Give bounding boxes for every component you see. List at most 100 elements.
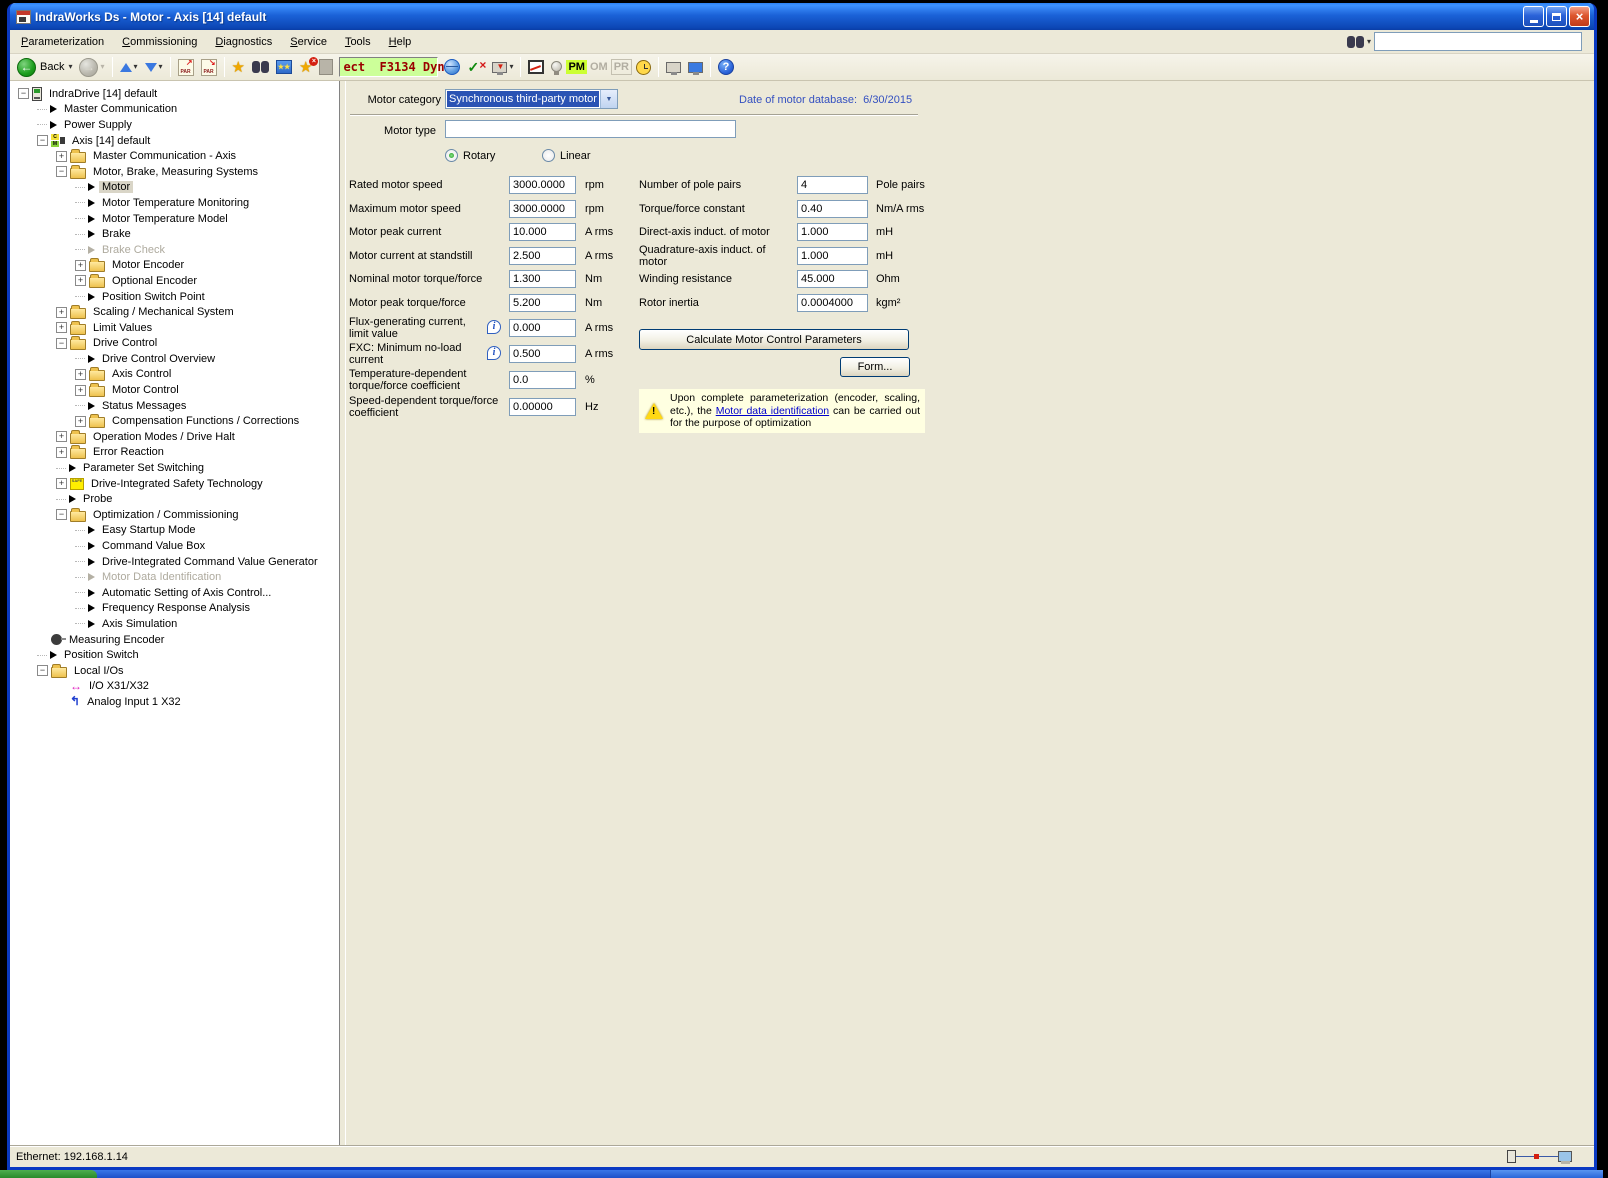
search-binoculars-icon[interactable] (1347, 36, 1364, 48)
menu-commissioning[interactable]: Commissioning (113, 33, 206, 51)
diagnosis-lamp-button[interactable] (548, 62, 565, 73)
param-value-input[interactable] (797, 176, 868, 194)
parameter-download-button[interactable]: PAR↘ (198, 58, 220, 77)
expand-icon[interactable]: + (75, 369, 86, 380)
restore-button[interactable] (1546, 6, 1567, 27)
diagnostic-message-box[interactable]: ect F3134 Dyn (339, 57, 438, 77)
tree-item-label[interactable]: Command Value Box (99, 540, 208, 552)
start-button[interactable] (0, 1170, 97, 1178)
tree-item-motor[interactable]: Motor (10, 180, 339, 196)
favorites-button[interactable]: ★ (229, 59, 248, 76)
tree-item-status-messages[interactable]: Status Messages (10, 398, 339, 414)
tree-item-label[interactable]: Motor Data Identification (99, 571, 224, 583)
tree-item-label[interactable]: Axis Control (109, 368, 174, 380)
parameter-list-button[interactable]: ★★ (273, 59, 295, 75)
tree-item-label[interactable]: Motor Temperature Monitoring (99, 197, 252, 209)
tree-item-label[interactable]: Power Supply (61, 119, 135, 131)
tree-item-motor-brake-measuring-systems[interactable]: −Motor, Brake, Measuring Systems (10, 164, 339, 180)
menu-parameterization[interactable]: Parameterization (12, 33, 113, 51)
browser-button[interactable] (441, 58, 463, 76)
tree-item-drive-integrated-safety-technology[interactable]: +SAFEDrive-Integrated Safety Technology (10, 476, 339, 492)
tree-item-position-switch-point[interactable]: Position Switch Point (10, 289, 339, 305)
tree-item-label[interactable]: Frequency Response Analysis (99, 602, 253, 614)
help-button[interactable]: ? (715, 58, 737, 76)
tree-item-local-i-os[interactable]: − Local I/Os (10, 663, 339, 679)
info-icon[interactable]: i (487, 346, 501, 360)
expand-icon[interactable]: + (75, 275, 86, 286)
tree-item-measuring-encoder[interactable]: Measuring Encoder (10, 632, 339, 648)
tree-item-label[interactable]: IndraDrive [14] default (46, 88, 160, 100)
tree-item-label[interactable]: Drive-Integrated Safety Technology (88, 478, 266, 490)
param-value-input[interactable] (509, 319, 576, 337)
tree-item-label[interactable]: Motor Control (109, 384, 182, 396)
expand-icon[interactable]: + (56, 322, 67, 333)
tree-item-drive-integrated-command-value-generator[interactable]: Drive-Integrated Command Value Generator (10, 554, 339, 570)
info-icon[interactable]: i (487, 320, 501, 334)
tree-item-brake[interactable]: Brake (10, 226, 339, 242)
param-value-input[interactable] (797, 247, 868, 265)
tree-item-drive-control-overview[interactable]: Drive Control Overview (10, 351, 339, 367)
linear-radio[interactable]: Linear (542, 149, 591, 162)
tree-item-automatic-setting-of-axis-control[interactable]: Automatic Setting of Axis Control... (10, 585, 339, 601)
tree-item-label[interactable]: Scaling / Mechanical System (90, 306, 237, 318)
param-value-input[interactable] (797, 270, 868, 288)
expand-icon[interactable]: + (56, 307, 67, 318)
expand-icon[interactable]: + (75, 385, 86, 396)
tree-item-label[interactable]: Master Communication (61, 103, 180, 115)
tree-item-label[interactable]: Drive Control (90, 337, 160, 349)
tree-item-label[interactable]: Error Reaction (90, 446, 167, 458)
expand-icon[interactable]: + (56, 447, 67, 458)
collapse-icon[interactable]: − (37, 665, 48, 676)
param-value-input[interactable] (509, 371, 576, 389)
menu-service[interactable]: Service (281, 33, 336, 51)
expand-icon[interactable]: + (56, 478, 67, 489)
expand-icon[interactable]: + (75, 416, 86, 427)
search-input[interactable] (1374, 32, 1582, 51)
tree-item-label[interactable]: Status Messages (99, 400, 189, 412)
navigate-down-button[interactable]: ▾ (142, 62, 166, 73)
back-dropdown-caret-icon[interactable]: ▾ (68, 63, 72, 71)
param-value-input[interactable] (509, 345, 576, 363)
oscilloscope-button[interactable] (525, 59, 547, 75)
tree-item-parameter-set-switching[interactable]: Parameter Set Switching (10, 460, 339, 476)
pm-mode-badge[interactable]: PM (566, 60, 587, 74)
tree-item-label[interactable]: I/O X31/X32 (86, 680, 152, 692)
tree-item-position-switch[interactable]: Position Switch (10, 647, 339, 663)
expand-icon[interactable]: + (56, 151, 67, 162)
tree-item-command-value-box[interactable]: Command Value Box (10, 538, 339, 554)
tree-item-label[interactable]: Motor Temperature Model (99, 213, 231, 225)
tree-item-motor-temperature-model[interactable]: Motor Temperature Model (10, 211, 339, 227)
tree-item-label[interactable]: Axis Simulation (99, 618, 180, 630)
tree-item-master-communication-axis[interactable]: +Master Communication - Axis (10, 148, 339, 164)
combo-dropdown-icon[interactable]: ▼ (600, 90, 617, 108)
tree-item-power-supply[interactable]: Power Supply (10, 117, 339, 133)
tree-item-motor-encoder[interactable]: + Motor Encoder (10, 258, 339, 274)
expand-icon[interactable]: + (75, 260, 86, 271)
tree-item-compensation-functions-corrections[interactable]: + Compensation Functions / Corrections (10, 413, 339, 429)
collapse-icon[interactable]: − (56, 509, 67, 520)
tree-item-label[interactable]: Drive-Integrated Command Value Generator (99, 556, 321, 568)
navigate-up-button[interactable]: ▾ (117, 62, 141, 73)
taskbar[interactable] (0, 1170, 1603, 1178)
tree-item-label[interactable]: Limit Values (90, 322, 155, 334)
form-button[interactable]: Form... (840, 357, 910, 377)
tree-item-label[interactable]: Local I/Os (71, 665, 127, 677)
tree-item-motor-control[interactable]: + Motor Control (10, 382, 339, 398)
param-value-input[interactable] (797, 223, 868, 241)
menu-help[interactable]: Help (380, 33, 421, 51)
tree-item-label[interactable]: Optimization / Commissioning (90, 509, 242, 521)
tree-item-label[interactable]: Axis [14] default (69, 135, 153, 147)
back-button[interactable]: ← Back ▾ (14, 57, 75, 78)
download-to-drive-button[interactable]: ▾ (489, 61, 516, 74)
clear-error-button[interactable]: ✓× (464, 58, 488, 76)
collapse-icon[interactable]: − (18, 88, 29, 99)
tree-item-label[interactable]: Easy Startup Mode (99, 524, 199, 536)
tree-item-drive-control[interactable]: −Drive Control (10, 336, 339, 352)
tree-item-label[interactable]: Motor Encoder (109, 259, 187, 271)
motor-type-input[interactable] (445, 120, 736, 138)
tree-item-label[interactable]: Compensation Functions / Corrections (109, 415, 302, 427)
switch-device-button[interactable] (663, 61, 684, 74)
tree-item-axis-14-default[interactable]: −Axis [14] default (10, 133, 339, 149)
tree-item-axis-control[interactable]: + Axis Control (10, 367, 339, 383)
menu-diagnostics[interactable]: Diagnostics (206, 33, 281, 51)
